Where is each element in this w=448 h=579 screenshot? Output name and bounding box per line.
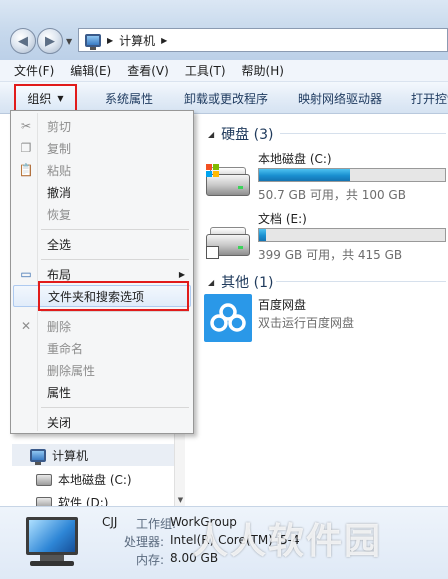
menu-item-label: 粘贴: [47, 163, 72, 178]
menu-separator: [41, 407, 189, 408]
drive-usage-bar: [258, 168, 446, 182]
menu-item-label: 重命名: [47, 341, 84, 356]
copy-icon: ❐: [20, 141, 32, 155]
group-divider: [280, 133, 446, 134]
menu-item-close[interactable]: 关闭: [13, 411, 191, 433]
content-pane: ◢ 硬盘 (3) 本地磁盘 (C:) 50.7 GB 可用，共 100 GB 文…: [190, 114, 448, 506]
group-title: 其他 (1): [221, 275, 274, 291]
drive-usage-bar: [258, 228, 446, 242]
windows-logo-icon: [206, 164, 220, 178]
computer-icon: [30, 448, 46, 465]
menu-item-select-all[interactable]: 全选: [13, 233, 191, 255]
menu-item-label: 撤消: [47, 185, 72, 200]
memory-label: 内存:: [136, 553, 165, 567]
forward-button[interactable]: ▶: [37, 28, 63, 54]
app-description: 双击运行百度网盘: [258, 316, 355, 330]
drive-size-text: 50.7 GB 可用，共 100 GB: [258, 188, 406, 202]
drive-usage-fill: [259, 169, 351, 181]
menu-separator: [41, 311, 189, 312]
collapse-triangle-icon[interactable]: ◢: [208, 278, 214, 287]
nav-item-computer[interactable]: 计算机: [12, 444, 182, 466]
drive-size-text: 399 GB 可用，共 415 GB: [258, 248, 403, 262]
menu-view[interactable]: 查看(V): [127, 62, 169, 79]
group-title: 硬盘 (3): [221, 127, 274, 143]
computer-large-icon: [20, 517, 86, 571]
layout-icon: ▭: [20, 267, 32, 281]
open-control-panel-button[interactable]: 打开控制: [399, 90, 448, 107]
nav-item-label: 本地磁盘 (C:): [58, 473, 132, 487]
menu-separator: [41, 259, 189, 260]
back-button[interactable]: ◀: [10, 28, 36, 54]
drive-name: 本地磁盘 (C:): [258, 152, 332, 166]
menu-item-label: 复制: [47, 141, 72, 156]
menu-separator: [41, 229, 189, 230]
nav-item-label: 计算机: [52, 448, 89, 463]
arrow-right-icon: ▶: [45, 33, 55, 49]
menu-item-label: 关闭: [47, 415, 72, 430]
address-bar[interactable]: ▶ 计算机 ▶: [78, 28, 448, 52]
app-item-baidu-netdisk[interactable]: 百度网盘 双击运行百度网盘: [204, 294, 448, 344]
nav-item-local-disk[interactable]: 本地磁盘 (C:): [36, 471, 132, 488]
menu-tools[interactable]: 工具(T): [185, 62, 226, 79]
breadcrumb-computer[interactable]: 计算机: [119, 32, 155, 49]
collapse-triangle-icon[interactable]: ◢: [208, 130, 214, 139]
menu-item-label: 删除属性: [47, 363, 96, 378]
delete-x-icon: ✕: [20, 319, 32, 333]
menu-item-redo[interactable]: 恢复: [13, 203, 191, 225]
menu-edit[interactable]: 编辑(E): [70, 62, 111, 79]
menu-item-label: 恢复: [47, 207, 72, 222]
breadcrumb-chevron-icon[interactable]: ▶: [107, 36, 113, 45]
menu-item-copy[interactable]: ❐ 复制: [13, 137, 191, 159]
menu-item-label: 剪切: [47, 119, 72, 134]
menu-item-label: 删除: [47, 319, 72, 334]
drive-icon: [36, 473, 52, 486]
title-bar: ◀ ▶ ▼ ▶ 计算机 ▶: [0, 0, 448, 60]
annotation-highlight-box: [38, 281, 189, 311]
organize-menu: ✂ 剪切 ❐ 复制 📋 粘贴 撤消 恢复 全选 ▭ 布局 ▶ 文件夹和搜索选项 …: [10, 110, 194, 434]
arrow-left-icon: ◀: [18, 33, 28, 49]
system-drive-icon: [204, 164, 252, 198]
menu-item-properties[interactable]: 属性: [13, 381, 191, 403]
group-header-hard-disks[interactable]: ◢ 硬盘 (3): [208, 124, 273, 144]
computer-icon: [85, 33, 101, 50]
system-properties-button[interactable]: 系统属性: [93, 90, 165, 107]
menu-bar: 文件(F) 编辑(E) 查看(V) 工具(T) 帮助(H): [0, 60, 448, 82]
drive-item-e[interactable]: 文档 (E:) 399 GB 可用，共 415 GB: [204, 210, 448, 270]
menu-item-delete[interactable]: ✕ 删除: [13, 315, 191, 337]
scroll-down-icon[interactable]: ▼: [175, 496, 186, 504]
organize-button[interactable]: 组织 ▼: [14, 84, 77, 112]
drive-item-c[interactable]: 本地磁盘 (C:) 50.7 GB 可用，共 100 GB: [204, 150, 448, 210]
scissors-icon: ✂: [20, 119, 32, 133]
recent-pages-chevron-icon[interactable]: ▼: [66, 37, 72, 46]
processor-label: 处理器:: [124, 535, 165, 549]
site-watermark: 人人软件园: [192, 521, 383, 562]
menu-item-label: 全选: [47, 237, 72, 252]
breadcrumb-chevron-icon[interactable]: ▶: [161, 36, 167, 45]
share-badge-icon: [206, 246, 220, 260]
menu-item-undo[interactable]: 撤消: [13, 181, 191, 203]
menu-item-label: 布局: [47, 267, 72, 282]
menu-file[interactable]: 文件(F): [14, 62, 54, 79]
menu-item-remove-properties[interactable]: 删除属性: [13, 359, 191, 381]
menu-item-rename[interactable]: 重命名: [13, 337, 191, 359]
group-divider: [276, 281, 446, 282]
menu-help[interactable]: 帮助(H): [242, 62, 284, 79]
app-name: 百度网盘: [258, 298, 307, 312]
map-network-drive-button[interactable]: 映射网络驱动器: [286, 90, 394, 107]
computer-name: CJJ: [102, 515, 118, 529]
submenu-arrow-icon: ▶: [178, 269, 185, 279]
uninstall-button[interactable]: 卸载或更改程序: [172, 90, 280, 107]
drive-usage-fill: [259, 229, 267, 241]
baidu-netdisk-icon: [204, 294, 252, 342]
menu-item-paste[interactable]: 📋 粘贴: [13, 159, 191, 181]
organize-label: 组织: [27, 91, 52, 106]
drive-name: 文档 (E:): [258, 212, 307, 226]
clipboard-icon: 📋: [18, 163, 34, 177]
group-header-other[interactable]: ◢ 其他 (1): [208, 272, 273, 292]
menu-item-cut[interactable]: ✂ 剪切: [13, 115, 191, 137]
menu-item-label: 属性: [47, 385, 72, 400]
drive-icon: [204, 224, 252, 260]
dropdown-caret-icon: ▼: [57, 93, 64, 103]
